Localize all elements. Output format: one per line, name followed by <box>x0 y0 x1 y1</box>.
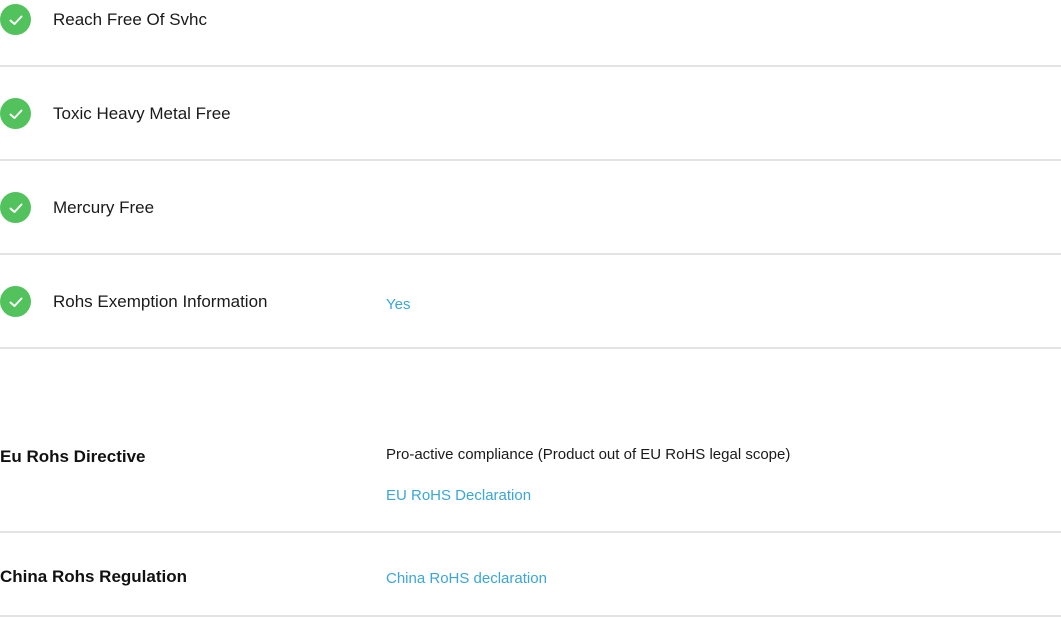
check-circle-icon <box>0 98 31 129</box>
check-circle-icon <box>0 286 31 317</box>
eu-rohs-declaration-link[interactable]: EU RoHS Declaration <box>386 487 531 504</box>
china-rohs-declaration-link[interactable]: China RoHS declaration <box>386 570 547 587</box>
regulation-row-eu-rohs: Eu Rohs Directive Pro-active compliance … <box>0 420 1061 533</box>
rohs-exemption-value-link[interactable]: Yes <box>386 296 410 313</box>
regulation-row-china-rohs: China Rohs Regulation China RoHS declara… <box>0 533 1061 617</box>
compliance-label: Rohs Exemption Information <box>53 292 268 311</box>
regulation-label: China Rohs Regulation <box>0 567 187 586</box>
check-circle-icon <box>0 192 31 223</box>
compliance-label: Reach Free Of Svhc <box>53 10 208 29</box>
compliance-row-reach: Reach Free Of Svhc <box>0 0 1061 67</box>
compliance-label: Toxic Heavy Metal Free <box>53 104 231 123</box>
check-circle-icon <box>0 4 31 35</box>
compliance-row-toxic-heavy-metal: Toxic Heavy Metal Free <box>0 67 1061 161</box>
compliance-row-mercury: Mercury Free <box>0 161 1061 255</box>
compliance-label: Mercury Free <box>53 198 155 217</box>
regulation-status-text: Pro-active compliance (Product out of EU… <box>386 446 791 463</box>
compliance-row-rohs-exemption: Rohs Exemption Information Yes <box>0 255 1061 349</box>
environmental-compliance-panel: Reach Free Of Svhc Toxic Heavy Metal Fre… <box>0 0 1061 617</box>
regulation-label: Eu Rohs Directive <box>0 447 146 466</box>
